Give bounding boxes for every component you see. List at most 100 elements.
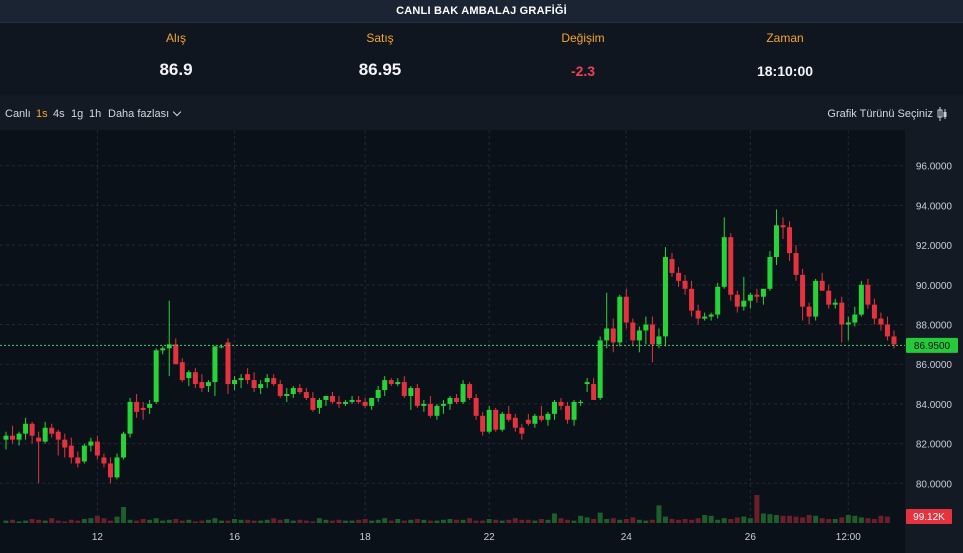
candle-body [826,290,832,305]
stat-ask-value: 86.95 [358,60,402,79]
candle-body [421,403,427,406]
volume-bar [29,519,35,523]
volume-bar [806,515,812,523]
current-price-marker: 86.9500 [906,337,958,353]
candle-body [506,413,512,420]
volume-bar [166,519,172,523]
candle-body [662,257,668,337]
candle-body [891,336,897,345]
volume-bar [414,519,420,523]
volume-bar [532,520,538,523]
y-tick-label: 84.0000 [916,400,953,411]
volume-bar [767,514,773,523]
candlestick-icon[interactable] [937,107,947,121]
candle-body [140,407,146,410]
candle-body [682,280,688,289]
stat-change-label: Değişim [561,31,605,45]
candle-body [721,237,727,287]
candle-body [199,382,205,389]
volume-bar [604,519,610,523]
candle-body [107,463,113,478]
stat-time-label: Zaman [766,31,804,45]
candle-body [303,392,309,398]
interval-4s-button[interactable]: 4s [53,108,65,120]
candle-body [623,296,629,323]
candle-body [454,397,460,402]
candle-body [800,274,806,307]
volume-bar [747,518,753,523]
candle-body [186,372,192,379]
more-intervals-label: Daha fazlası [108,108,170,120]
volume-bar [649,519,655,523]
volume-bar [36,519,42,523]
candle-body [434,405,440,416]
candle-body [447,397,453,404]
candle-body [467,384,473,398]
volume-bar [140,519,146,523]
chart-type-selector[interactable]: Grafik Türünü Seçiniz [827,108,933,120]
candle-body [329,395,335,402]
chart-plot-area [0,130,905,553]
candle-body [813,280,819,317]
candle-body [741,300,747,307]
candle-body [871,304,877,319]
candle-body [225,342,231,385]
volume-bar [153,518,159,523]
candle-body [538,415,544,420]
volume-bar [395,519,401,523]
volume-bar [721,518,727,523]
candle-body [218,346,224,348]
volume-bar [316,518,322,523]
volume-bar [147,519,153,523]
interval-1g-button[interactable]: 1g [71,108,83,120]
y-tick-label: 90.0000 [916,281,953,292]
volume-bar [68,519,74,523]
candle-body [29,423,35,436]
chart-toolbar: Canlı 1s 4s 1g 1h Daha fazlası Grafik Tü… [0,104,963,126]
volume-bar [780,515,786,523]
volume-bar [212,518,218,523]
volume-bar [310,521,316,523]
volume-bar [88,518,94,523]
volume-bar [793,516,799,523]
volume-bar [251,520,257,523]
volume-bar [852,515,858,523]
volume-bar [702,515,708,523]
volume-bar [343,520,349,523]
volume-bar [538,519,544,523]
volume-bar [845,515,851,523]
volume-bar [107,520,113,523]
volume-bar [591,519,597,523]
volume-bar [127,519,133,523]
candle-body [81,445,87,462]
interval-1h-button[interactable]: 1h [89,108,101,120]
volume-bar [121,507,127,523]
candle-body [349,399,355,402]
candle-body [643,324,649,331]
candle-body [591,384,597,400]
candle-body [343,401,349,404]
stat-bid-label: Alış [165,31,186,45]
candle-body [512,417,518,428]
volume-bar [708,515,714,523]
volume-bar [134,520,140,523]
more-intervals-dropdown[interactable]: Daha fazlası [108,107,182,120]
volume-bar [558,518,564,523]
volume-bar [760,513,766,523]
candle-body [571,401,577,420]
candle-body [493,409,499,430]
volume-bar [205,519,211,523]
current-price-label: 86.9500 [914,341,951,352]
candle-body [578,401,584,403]
candle-body [780,225,786,228]
volume-bar [519,519,525,523]
candle-body [114,457,120,478]
live-button[interactable]: Canlı [5,108,31,120]
candle-body [767,257,773,289]
interval-1s-button[interactable]: 1s [36,108,48,120]
candle-body [192,372,198,385]
volume-bar [401,520,407,523]
candle-body [153,350,159,402]
candle-body [676,272,682,281]
price-chart[interactable]: 80.0000 82.0000 84.0000 86.0000 88.0000 90.00… [0,130,963,553]
